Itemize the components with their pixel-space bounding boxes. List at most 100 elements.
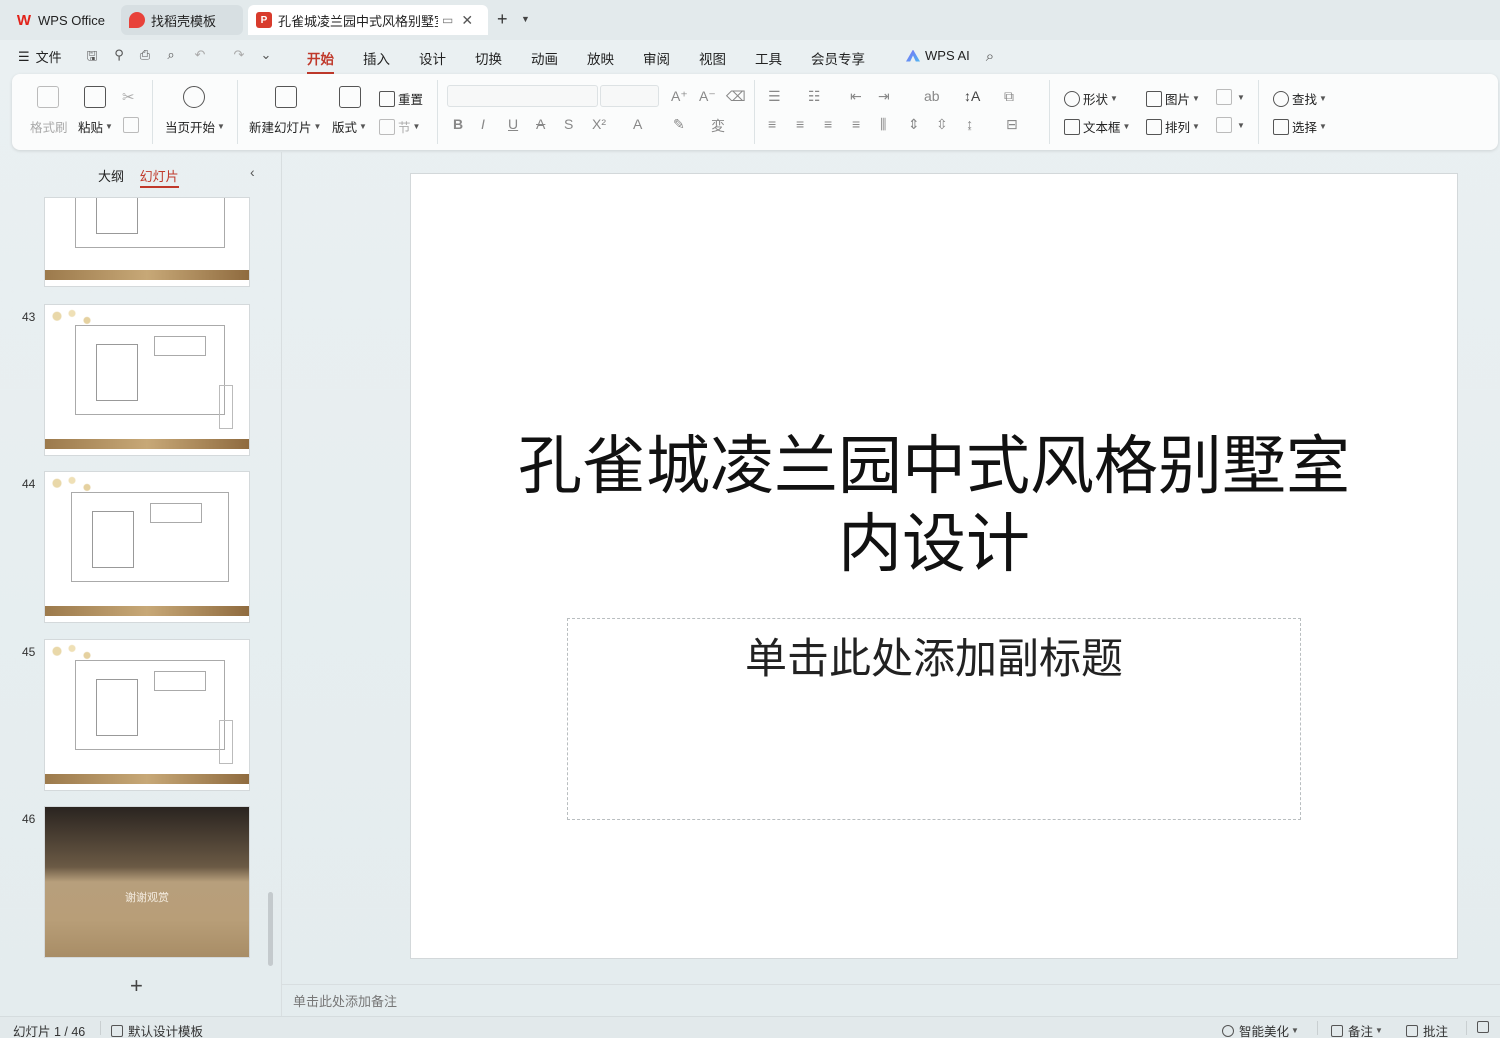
ribbon-divider	[754, 80, 755, 144]
column-spacing-icon[interactable]: ⇳	[936, 116, 948, 133]
bullet-list-icon[interactable]: ☰	[768, 88, 781, 105]
slide-thumbnail[interactable]	[45, 198, 249, 286]
font-size-select[interactable]	[600, 85, 659, 107]
tab-view[interactable]: 视图	[699, 48, 726, 68]
picture-button[interactable]: 图片 ▼	[1146, 89, 1200, 108]
outline-icon	[1216, 117, 1232, 133]
align-right-icon[interactable]: ≡	[824, 116, 832, 132]
font-family-select[interactable]	[447, 85, 598, 107]
slide-title[interactable]: 孔雀城凌兰园中式风格别墅室内设计	[501, 428, 1367, 584]
slide-thumbnail[interactable]	[45, 640, 249, 790]
slide-thumbnail[interactable]: 谢谢观赏	[45, 807, 249, 957]
reset-button[interactable]: 重置	[379, 89, 423, 108]
strikethrough-icon[interactable]: A	[536, 116, 545, 132]
shape-button[interactable]: 形状 ▼	[1064, 89, 1118, 108]
share-icon[interactable]: ⚲	[111, 47, 127, 63]
start-from-current-button[interactable]: 当页开始 ▼	[165, 117, 225, 136]
normal-view-button[interactable]	[1477, 1021, 1494, 1033]
slide-footer-band	[45, 606, 249, 616]
new-slide-button[interactable]: 新建幻灯片 ▼	[249, 117, 321, 136]
text-shadow-icon[interactable]: S	[564, 116, 573, 132]
new-tab-icon[interactable]: +	[497, 9, 508, 30]
slide-canvas[interactable]: 孔雀城凌兰园中式风格别墅室内设计 单击此处添加副标题	[411, 174, 1457, 958]
comments-button[interactable]: 批注	[1406, 1021, 1448, 1038]
tab-tools[interactable]: 工具	[755, 48, 782, 68]
paste-button[interactable]: 粘贴 ▼	[78, 117, 113, 136]
distribute-icon[interactable]: ⫼	[880, 116, 886, 133]
decrease-indent-icon[interactable]: ⇤	[850, 88, 862, 105]
wps-ai-button[interactable]: WPS AI	[906, 48, 970, 63]
decrease-font-icon[interactable]: A⁻	[699, 88, 716, 105]
align-left-icon[interactable]: ≡	[768, 116, 776, 132]
convert-smartart-icon[interactable]: ⧉	[1004, 88, 1014, 105]
select-button[interactable]: 选择 ▼	[1273, 117, 1327, 136]
tab-wps-office[interactable]: W WPS Office	[8, 5, 116, 35]
tab-template-store[interactable]: 找稻壳模板	[121, 5, 243, 35]
increase-font-icon[interactable]: A⁺	[671, 88, 688, 105]
tab-design[interactable]: 设计	[419, 48, 446, 68]
phonetic-guide-icon[interactable]: 変	[711, 116, 725, 136]
format-painter-button[interactable]: 格式刷	[30, 117, 68, 136]
chevron-down-icon[interactable]: ▼	[521, 14, 530, 24]
section-button[interactable]: 节 ▼	[379, 117, 420, 136]
subtitle-placeholder[interactable]: 单击此处添加副标题	[567, 618, 1301, 820]
cut-icon[interactable]: ✂	[122, 88, 135, 106]
smart-beautify-button[interactable]: 智能美化 ▼	[1222, 1021, 1299, 1038]
redo-icon[interactable]: ↷	[231, 47, 247, 63]
notes-toggle-button[interactable]: 备注 ▼	[1331, 1021, 1383, 1038]
fill-color-button[interactable]: ▼	[1216, 89, 1245, 105]
tab-current-document[interactable]: P 孔雀城凌兰园中式风格别墅室内设计 ▭ ✕	[248, 5, 488, 35]
notes-input[interactable]: 单击此处添加备注	[293, 991, 397, 1010]
numbered-list-icon[interactable]: ☷	[808, 88, 821, 105]
tab-outline[interactable]: 大纲	[98, 169, 124, 184]
tab-member[interactable]: 会员专享	[811, 48, 865, 68]
copy-icon[interactable]	[123, 117, 139, 133]
print-preview-icon[interactable]: ⌕	[163, 47, 179, 63]
font-color-icon[interactable]: A	[633, 116, 642, 132]
superscript-icon[interactable]: X²	[592, 116, 606, 132]
design-template-button[interactable]: 默认设计模板	[111, 1021, 203, 1038]
find-button[interactable]: 查找 ▼	[1273, 89, 1327, 108]
underline-icon[interactable]: U	[508, 116, 518, 132]
collapse-panel-icon[interactable]: ‹	[250, 164, 255, 180]
undo-icon[interactable]: ↶	[192, 47, 208, 63]
increase-indent-icon[interactable]: ⇥	[878, 88, 890, 105]
justify-icon[interactable]: ≡	[852, 116, 860, 132]
textbox-button[interactable]: 文本框 ▼	[1064, 117, 1130, 136]
window-icon[interactable]: ▭	[442, 13, 453, 27]
add-slide-icon[interactable]: +	[130, 973, 143, 999]
tab-home[interactable]: 开始	[307, 48, 334, 74]
tab-slides[interactable]: 幻灯片	[139, 169, 179, 188]
shape-icon	[1064, 90, 1080, 107]
tab-label: 孔雀城凌兰园中式风格别墅室内设计	[278, 13, 438, 29]
slide-footer-band	[45, 439, 249, 449]
tab-animations[interactable]: 动画	[531, 48, 558, 68]
highlight-icon[interactable]: ✎	[673, 116, 685, 133]
text-box-options-icon[interactable]: ⊟	[1006, 116, 1018, 133]
align-center-icon[interactable]: ≡	[796, 116, 804, 132]
bold-icon[interactable]: B	[453, 116, 463, 132]
tab-slideshow[interactable]: 放映	[587, 48, 614, 68]
tab-transitions[interactable]: 切换	[475, 48, 502, 68]
slide-thumbnail[interactable]	[45, 305, 249, 455]
italic-icon[interactable]: I	[481, 116, 485, 132]
vertical-align-icon[interactable]: ↨	[966, 116, 973, 132]
search-icon[interactable]: ⌕	[982, 48, 998, 65]
line-spacing-icon[interactable]: ↕A	[964, 88, 980, 104]
paragraph-spacing-icon[interactable]: ⇕	[908, 116, 920, 133]
layout-button[interactable]: 版式 ▼	[332, 117, 367, 136]
clear-format-icon[interactable]: ⌫	[726, 88, 746, 105]
outline-color-button[interactable]: ▼	[1216, 117, 1245, 133]
print-icon[interactable]: ⎙	[137, 47, 153, 63]
text-direction-icon[interactable]: ab	[924, 88, 940, 104]
ribbon-divider	[152, 80, 153, 144]
panel-scrollbar[interactable]	[268, 892, 273, 966]
quick-access-more-icon[interactable]: ⌄	[258, 47, 274, 63]
slide-thumbnail[interactable]	[45, 472, 249, 622]
arrange-button[interactable]: 排列 ▼	[1146, 117, 1200, 136]
file-menu[interactable]: ☰ 文件	[18, 47, 62, 66]
tab-review[interactable]: 审阅	[643, 48, 670, 68]
tab-insert[interactable]: 插入	[363, 48, 390, 68]
close-tab-icon[interactable]: ✕	[461, 12, 473, 29]
save-icon[interactable]: 🖫	[84, 47, 100, 63]
